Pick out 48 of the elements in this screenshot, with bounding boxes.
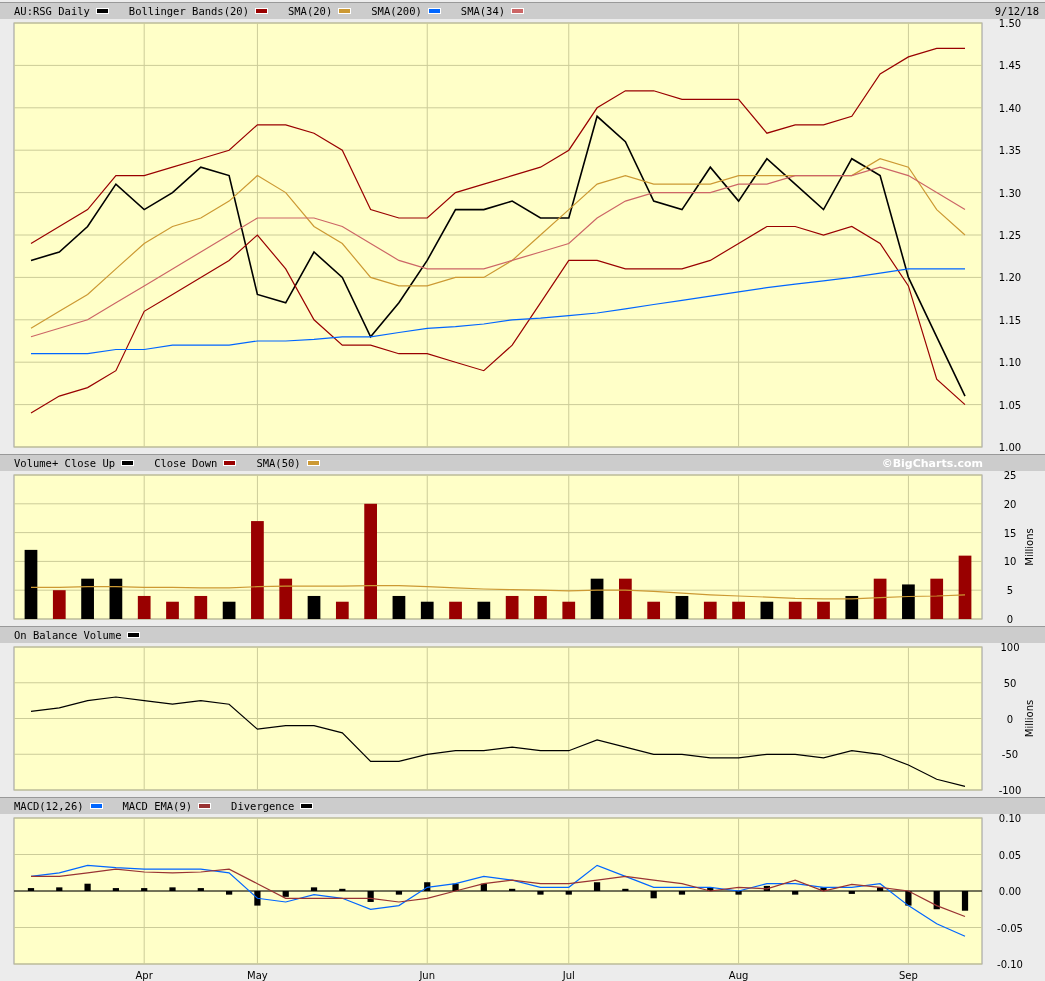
axis-label: 0 bbox=[1006, 713, 1014, 725]
axis-label: 1.45 bbox=[998, 60, 1022, 72]
legend-label: AU:RSG Daily bbox=[14, 5, 90, 17]
month-label: Jun bbox=[419, 970, 436, 981]
legend-label: On Balance Volume bbox=[14, 629, 122, 641]
axis-label: 1.05 bbox=[998, 399, 1022, 411]
axis-label: -0.05 bbox=[997, 922, 1023, 934]
legend-label: Volume+ Close Up bbox=[14, 457, 116, 469]
month-label: Apr bbox=[135, 970, 153, 981]
month-label: Jul bbox=[562, 970, 575, 981]
axis-label: 0 bbox=[1006, 614, 1014, 623]
axis-label: -50 bbox=[1001, 749, 1019, 761]
axis-label: 0.00 bbox=[998, 886, 1022, 897]
legend-label: MACD(12,26) bbox=[14, 800, 84, 812]
axis-label: 5 bbox=[1006, 585, 1014, 597]
legend-label: Close Down bbox=[154, 457, 218, 469]
legend-label: SMA(34) bbox=[460, 5, 506, 17]
month-label: Sep bbox=[899, 970, 918, 981]
axis-title: Millions bbox=[1024, 699, 1035, 738]
axis-label: -100 bbox=[998, 785, 1022, 794]
axis-label: 1.30 bbox=[998, 187, 1022, 199]
legend-label: Divergence bbox=[231, 800, 295, 812]
axis-label: 1.50 bbox=[998, 19, 1022, 29]
axis-label: 50 bbox=[1003, 677, 1017, 689]
axis-label: 0.10 bbox=[998, 814, 1022, 824]
axis-label: 1.25 bbox=[998, 230, 1022, 241]
legend-label: Bollinger Bands(20) bbox=[128, 5, 249, 17]
axis-label: 100 bbox=[1000, 643, 1020, 653]
date-label: 9/12/18 bbox=[994, 5, 1039, 17]
axis-label: 1.15 bbox=[998, 314, 1022, 326]
legend-label: MACD EMA(9) bbox=[122, 800, 193, 812]
axis-label: 10 bbox=[1003, 556, 1017, 568]
axis-title: Millions bbox=[1024, 528, 1035, 566]
axis-label: 1.20 bbox=[998, 272, 1022, 284]
axis-label: 1.00 bbox=[998, 442, 1022, 451]
axis-label: 20 bbox=[1003, 498, 1017, 510]
axis-label: 25 bbox=[1003, 471, 1017, 481]
axis-label: 1.35 bbox=[998, 145, 1022, 157]
axis-label: 1.40 bbox=[998, 102, 1022, 114]
legend-label: SMA(50) bbox=[256, 457, 301, 469]
legend-label: SMA(20) bbox=[287, 5, 333, 17]
axis-label: -0.10 bbox=[997, 959, 1023, 970]
axis-label: 0.05 bbox=[998, 849, 1022, 861]
month-label: May bbox=[247, 970, 268, 981]
legend-label: SMA(200) bbox=[371, 5, 422, 17]
axis-label: 15 bbox=[1003, 527, 1017, 539]
month-label: Aug bbox=[728, 970, 749, 981]
axis-label: 1.10 bbox=[998, 357, 1022, 369]
